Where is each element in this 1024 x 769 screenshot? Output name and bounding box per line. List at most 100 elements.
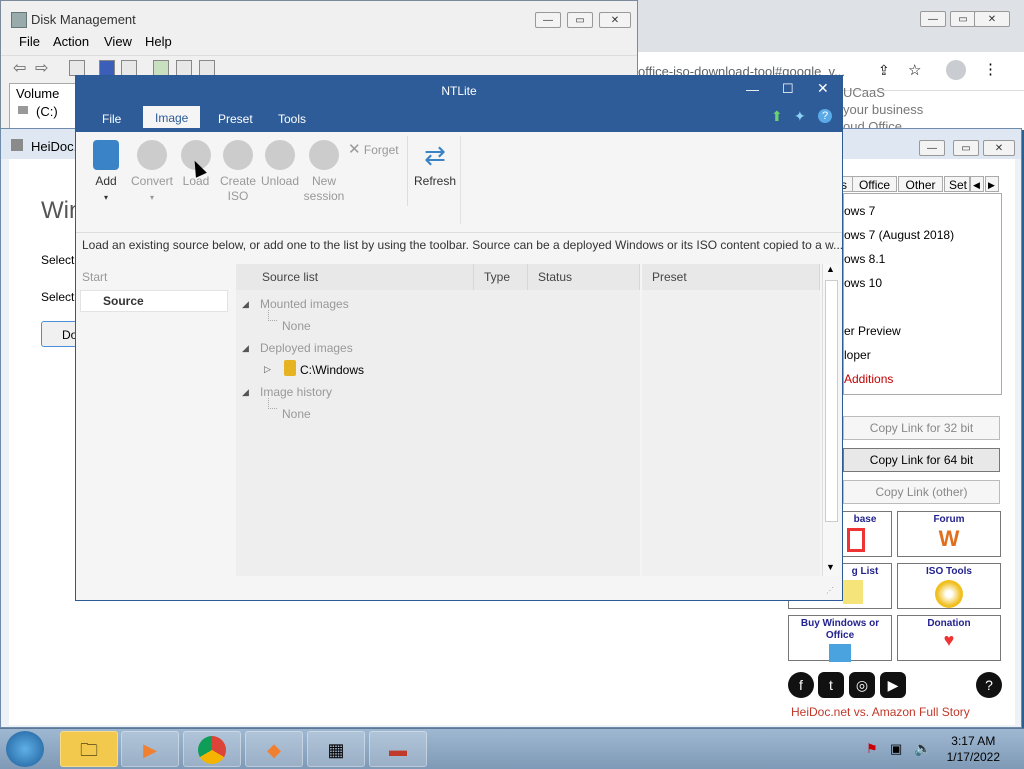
expand-caret-icon[interactable]: ▷ <box>264 364 271 375</box>
tab-other[interactable]: Other <box>898 176 943 192</box>
os-list-item[interactable]: ows 10 <box>844 276 882 290</box>
twitter-icon[interactable]: t <box>818 672 844 698</box>
collapse-caret-icon[interactable]: ◢ <box>242 343 249 354</box>
action-center-flag-icon[interactable]: ⚑ <box>866 741 878 757</box>
minimize-button[interactable]: — <box>920 11 946 27</box>
convert-button[interactable]: Convert ▾ <box>130 140 174 205</box>
scroll-thumb[interactable] <box>825 280 838 522</box>
scroll-up-icon[interactable]: ▲ <box>826 264 835 274</box>
resize-grip-icon[interactable]: ⋰ <box>826 586 834 595</box>
network-icon[interactable]: ▣ <box>890 741 902 757</box>
menu-action[interactable]: Action <box>53 34 89 49</box>
heidoc-taskbar-button[interactable]: ▦ <box>307 731 365 767</box>
nav-source-item[interactable]: Source <box>80 290 228 312</box>
new-session-button[interactable]: New session <box>302 140 346 204</box>
os-list-item[interactable]: ows 7 <box>844 204 875 218</box>
start-label[interactable]: Start <box>82 270 107 284</box>
column-preset[interactable]: Preset <box>642 264 820 290</box>
minimize-button[interactable]: — <box>746 82 759 97</box>
menu-tools[interactable]: Tools <box>266 112 318 132</box>
add-button[interactable]: Add ▾ <box>86 140 126 205</box>
menu-preset[interactable]: Preset <box>206 112 265 132</box>
close-button[interactable]: ✕ <box>817 80 829 97</box>
forward-arrow-icon[interactable]: ⇨ <box>35 58 48 78</box>
system-clock[interactable]: 3:17 AM 1/17/2022 <box>947 733 1000 765</box>
column-type[interactable]: Type <box>474 264 528 290</box>
share-icon[interactable]: ⇪ <box>878 62 890 79</box>
unload-button[interactable]: Unload <box>260 140 300 189</box>
chrome-menu-icon[interactable]: ⋮ <box>983 60 998 78</box>
create-iso-button[interactable]: Create ISO <box>218 140 258 204</box>
help-icon[interactable]: ? <box>976 672 1002 698</box>
tab-settings[interactable]: Set <box>944 176 970 192</box>
close-button[interactable]: ✕ <box>974 11 1010 27</box>
copy-link-32-button[interactable]: Copy Link for 32 bit <box>843 416 1000 440</box>
maximize-button[interactable]: ▭ <box>567 12 593 28</box>
maximize-button[interactable]: ▭ <box>950 11 976 27</box>
scroll-down-icon[interactable]: ▼ <box>826 562 835 572</box>
volume-icon[interactable]: 🔈 <box>914 740 931 757</box>
explorer-taskbar-button[interactable]: 🗀 <box>60 731 118 767</box>
bookmark-star-icon[interactable]: ☆ <box>908 61 921 79</box>
menu-help[interactable]: Help <box>145 34 172 49</box>
media-player-taskbar-button[interactable]: ▶ <box>121 731 179 767</box>
os-list-item[interactable]: ows 8.1 <box>844 252 885 266</box>
close-button[interactable]: ✕ <box>599 12 631 28</box>
chrome-taskbar-button[interactable] <box>183 731 241 767</box>
os-list-item[interactable]: er Preview <box>844 324 901 338</box>
refresh-icon[interactable] <box>153 60 169 76</box>
minimize-button[interactable]: — <box>535 12 561 28</box>
update-arrow-icon[interactable]: ⬆ <box>771 108 783 125</box>
back-arrow-icon[interactable]: ⇦ <box>13 58 26 78</box>
ntlite-taskbar-button[interactable]: ◆ <box>245 731 303 767</box>
vertical-scrollbar[interactable]: ▲ ▼ <box>822 264 839 576</box>
maximize-button[interactable]: ▭ <box>953 140 979 156</box>
column-volume[interactable]: Volume <box>16 86 59 101</box>
buy-windows-tile[interactable]: Buy Windows or Office <box>788 615 892 662</box>
tree-mounted-images[interactable]: Mounted images <box>260 297 349 311</box>
copy-link-other-button[interactable]: Copy Link (other) <box>843 480 1000 504</box>
facebook-icon[interactable]: f <box>788 672 814 698</box>
toolbox-taskbar-button[interactable]: ▬ <box>369 731 427 767</box>
iso-tools-tile[interactable]: ISO Tools <box>897 563 1001 609</box>
footer-story-link[interactable]: HeiDoc.net vs. Amazon Full Story <box>791 705 970 719</box>
menu-file[interactable]: File <box>90 112 133 132</box>
menu-view[interactable]: View <box>104 34 132 49</box>
os-list-item[interactable]: Additions <box>844 372 893 386</box>
twitter-bird-icon[interactable]: ✦ <box>794 108 806 125</box>
copy-link-64-button[interactable]: Copy Link for 64 bit <box>843 448 1000 472</box>
collapse-caret-icon[interactable]: ◢ <box>242 299 249 310</box>
menu-image[interactable]: Image <box>143 106 201 128</box>
tree-image-history[interactable]: Image history <box>260 385 332 399</box>
forget-button[interactable]: ✕ Forget <box>348 140 399 158</box>
preset-panel: Preset <box>642 264 820 576</box>
properties-icon[interactable] <box>176 60 192 76</box>
refresh-button[interactable]: ⇄ Refresh <box>414 140 456 189</box>
tree-windows-source[interactable]: C:\Windows <box>300 363 364 377</box>
donation-tile[interactable]: Donation ♥ <box>897 615 1001 661</box>
forum-tile[interactable]: Forum W <box>897 511 1001 557</box>
close-button[interactable]: ✕ <box>983 140 1015 156</box>
menu-file[interactable]: File <box>19 34 40 49</box>
collapse-caret-icon[interactable]: ◢ <box>242 387 249 398</box>
minimize-button[interactable]: — <box>919 140 945 156</box>
volume-row-c[interactable]: (C:) <box>36 104 58 119</box>
tab-scroll-left-icon[interactable]: ◀ <box>970 176 984 192</box>
tree-deployed-images[interactable]: Deployed images <box>260 341 353 355</box>
start-button[interactable] <box>6 731 44 767</box>
console-tree-icon[interactable] <box>69 60 85 76</box>
os-list-item[interactable]: loper <box>844 348 871 362</box>
tab-scroll-right-icon[interactable]: ▶ <box>985 176 999 192</box>
settings-icon[interactable] <box>199 60 215 76</box>
help-icon[interactable]: ? <box>818 109 832 123</box>
column-source-list[interactable]: Source list <box>236 264 474 290</box>
instagram-icon[interactable]: ◎ <box>849 672 875 698</box>
profile-avatar-icon[interactable] <box>946 60 966 80</box>
column-status[interactable]: Status <box>528 264 640 290</box>
maximize-button[interactable]: ☐ <box>782 81 794 97</box>
tab-office[interactable]: Office <box>852 176 897 192</box>
os-list-item[interactable]: ows 7 (August 2018) <box>844 228 954 242</box>
help-book-icon[interactable] <box>99 60 115 76</box>
youtube-icon[interactable]: ▶ <box>880 672 906 698</box>
view-icon[interactable] <box>121 60 137 76</box>
